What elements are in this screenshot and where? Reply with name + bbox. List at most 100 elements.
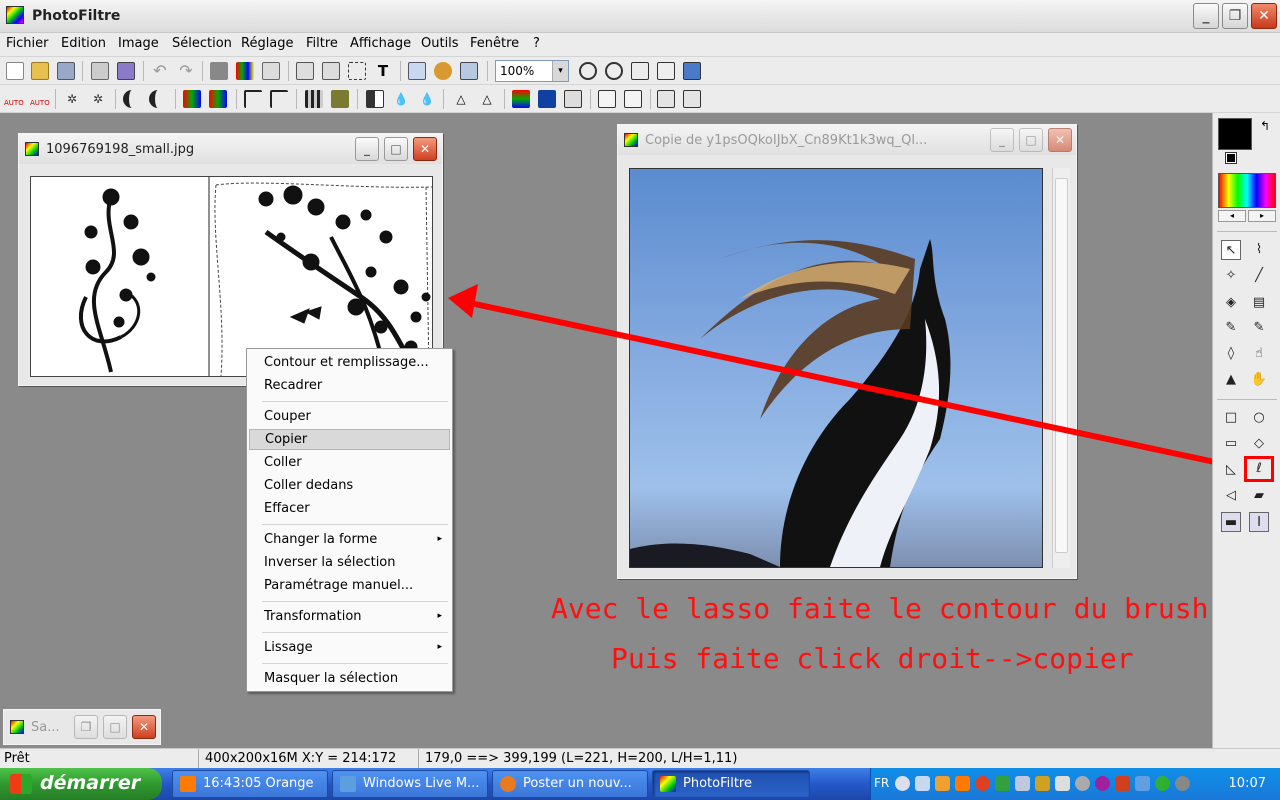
ellipse-selection-icon[interactable]: ○: [1249, 408, 1269, 428]
gamma-down-icon[interactable]: [244, 90, 262, 108]
doc-close-button[interactable]: ✕: [132, 715, 156, 739]
new-file-icon[interactable]: [6, 62, 24, 80]
minimize-button[interactable]: _: [1193, 3, 1219, 29]
menu-image[interactable]: Image: [118, 36, 159, 51]
undo-icon[interactable]: ↶: [151, 62, 169, 80]
doc-close-button[interactable]: ✕: [1048, 128, 1072, 152]
ctx-recadrer[interactable]: Recadrer: [249, 375, 450, 396]
color-spectrum[interactable]: [1218, 173, 1276, 208]
doc-maximize-button[interactable]: □: [1019, 128, 1043, 152]
close-button[interactable]: ✕: [1251, 3, 1277, 29]
fill-bucket-tool-icon[interactable]: ◈: [1221, 293, 1241, 313]
texture-icon[interactable]: [331, 90, 349, 108]
open-selection-icon[interactable]: ▰: [1249, 486, 1269, 506]
task-windows-live[interactable]: Windows Live M...: [332, 770, 488, 798]
tray-update-icon[interactable]: [995, 776, 1010, 791]
rectangle-selection-icon[interactable]: □: [1221, 408, 1241, 428]
tray-security-icon[interactable]: [975, 776, 990, 791]
ctx-coller-dedans[interactable]: Coller dedans: [249, 475, 450, 496]
actual-size-icon[interactable]: [657, 62, 675, 80]
chevron-down-icon[interactable]: ▾: [552, 61, 568, 81]
zoom-select[interactable]: 100% ▾: [495, 60, 569, 82]
next-palette-icon[interactable]: ▸: [1248, 210, 1276, 222]
zoom-out-icon[interactable]: [605, 62, 623, 80]
document-window-horse[interactable]: Copie de y1psOQkoIJbX_Cn89Kt1k3wq_Ql... …: [617, 124, 1077, 579]
polygon-lasso-icon[interactable]: ◁: [1221, 486, 1241, 506]
auto-level-icon[interactable]: AUTO: [4, 90, 24, 108]
tray-antivirus-icon[interactable]: [1115, 776, 1130, 791]
document-titlebar[interactable]: Copie de y1psOQkoIJbX_Cn89Kt1k3wq_Ql... …: [618, 125, 1076, 155]
swap-colors-icon[interactable]: ↰: [1260, 119, 1270, 133]
drop-icon[interactable]: 💧: [392, 90, 410, 108]
filter-icon[interactable]: [434, 62, 452, 80]
advanced-brush-tool-icon[interactable]: ✎: [1249, 318, 1269, 338]
brightness-down-icon[interactable]: ✲: [63, 90, 81, 108]
tray-monitor-icon[interactable]: [1015, 776, 1030, 791]
text-tool-icon[interactable]: T: [374, 62, 392, 80]
menu-filtre[interactable]: Filtre: [306, 36, 338, 51]
doc-maximize-button[interactable]: □: [384, 137, 408, 161]
smudge-tool-icon[interactable]: ☝: [1249, 344, 1269, 364]
redo-icon[interactable]: ↷: [177, 62, 195, 80]
tray-network-icon[interactable]: [915, 776, 930, 791]
ctx-transformation[interactable]: Transformation ▸: [249, 606, 450, 627]
flip-horizontal-icon[interactable]: [598, 90, 616, 108]
reset-colors-icon[interactable]: [1225, 152, 1237, 164]
ctx-parametrage-manuel[interactable]: Paramétrage manuel...: [249, 575, 450, 596]
transparency-icon[interactable]: [262, 62, 280, 80]
scrollbar-thumb[interactable]: [1055, 178, 1068, 553]
diamond-selection-icon[interactable]: ◇: [1249, 434, 1269, 454]
doc-maximize-button[interactable]: □: [103, 715, 127, 739]
module-icon[interactable]: [460, 62, 478, 80]
tray-display-icon[interactable]: [1055, 776, 1070, 791]
rounded-rect-selection-icon[interactable]: ▭: [1221, 434, 1241, 454]
ctx-coller[interactable]: Coller: [249, 452, 450, 473]
menu-selection[interactable]: Sélection: [172, 36, 232, 51]
menu-reglage[interactable]: Réglage: [241, 36, 294, 51]
ctx-copier[interactable]: Copier: [249, 429, 450, 450]
selection-mode-icon[interactable]: ▬: [1221, 512, 1241, 532]
clone-stamp-tool-icon[interactable]: ▲: [1221, 370, 1241, 390]
doc-close-button[interactable]: ✕: [413, 137, 437, 161]
dither-icon[interactable]: [564, 90, 582, 108]
horse-image[interactable]: [629, 168, 1043, 568]
ctx-inverser-selection[interactable]: Inverser la sélection: [249, 552, 450, 573]
gamma-up-icon[interactable]: [270, 90, 288, 108]
layer-icon[interactable]: [408, 62, 426, 80]
task-orange[interactable]: 16:43:05 Orange: [172, 770, 328, 798]
rotate-left-icon[interactable]: [657, 90, 675, 108]
menu-edition[interactable]: Edition: [61, 36, 106, 51]
selection-text-icon[interactable]: I: [1249, 512, 1269, 532]
triangle-icon[interactable]: △: [452, 90, 470, 108]
fullscreen-icon[interactable]: [683, 62, 701, 80]
triangle-selection-icon[interactable]: ◺: [1221, 460, 1241, 480]
spray-tool-icon[interactable]: ▤: [1249, 293, 1269, 313]
tray-usb-icon[interactable]: [1035, 776, 1050, 791]
grid-icon[interactable]: [305, 90, 323, 108]
flip-vertical-icon[interactable]: [624, 90, 642, 108]
menu-help[interactable]: ?: [533, 36, 540, 51]
menu-fenetre[interactable]: Fenêtre: [470, 36, 519, 51]
brush-tool-icon[interactable]: ✎: [1221, 318, 1241, 338]
task-poster[interactable]: Poster un nouv...: [492, 770, 648, 798]
save-icon[interactable]: [57, 62, 75, 80]
tray-sound-icon[interactable]: [1075, 776, 1090, 791]
eyedropper-tool-icon[interactable]: ⌇: [1249, 240, 1269, 260]
image-size-icon[interactable]: [296, 62, 314, 80]
rotate-right-icon[interactable]: [683, 90, 701, 108]
scanner-icon[interactable]: [117, 62, 135, 80]
start-button[interactable]: démarrer: [0, 768, 162, 800]
minimized-document-window[interactable]: Sa... ❐ □ ✕: [3, 709, 161, 745]
ctx-effacer[interactable]: Effacer: [249, 498, 450, 519]
brightness-up-icon[interactable]: ✲: [89, 90, 107, 108]
magic-wand-tool-icon[interactable]: ✧: [1221, 266, 1241, 286]
contrast-down-icon[interactable]: [123, 90, 141, 108]
language-indicator[interactable]: FR: [874, 776, 889, 790]
ctx-changer-forme[interactable]: Changer la forme ▸: [249, 529, 450, 550]
ctx-masquer-selection[interactable]: Masquer la sélection: [249, 668, 450, 689]
fit-window-icon[interactable]: [631, 62, 649, 80]
saturation-up-icon[interactable]: [209, 90, 227, 108]
task-photofiltre[interactable]: PhotoFiltre: [652, 770, 810, 798]
doc-minimize-button[interactable]: _: [990, 128, 1014, 152]
prev-palette-icon[interactable]: ◂: [1218, 210, 1246, 222]
